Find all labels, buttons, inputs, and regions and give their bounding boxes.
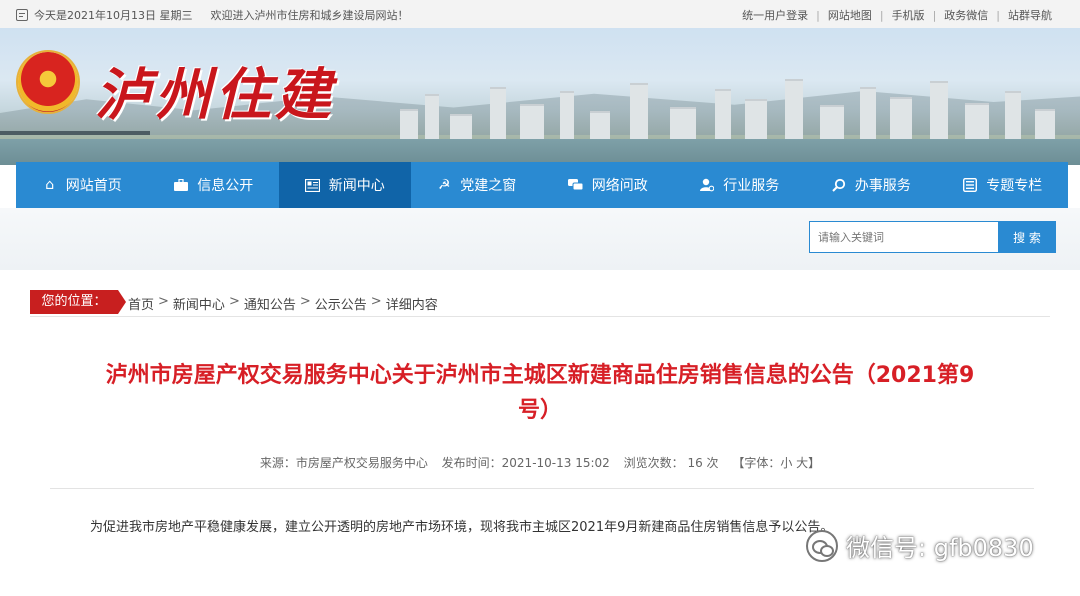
nav-item-label: 新闻中心 xyxy=(328,178,385,194)
breadcrumb-separator: > xyxy=(370,294,382,309)
top-links: 统一用户登录 | 网站地图 | 手机版 | 政务微信 | 站群导航 xyxy=(734,7,1060,23)
nav-item-label: 网站首页 xyxy=(65,178,122,194)
article-publish-time: 发布时间：2021-10-13 15:02 xyxy=(441,456,610,470)
search-input[interactable] xyxy=(809,221,999,253)
article-meta: 来源：市房屋产权交易服务中心 发布时间：2021-10-13 15:02 浏览次… xyxy=(0,454,1080,471)
article-source: 来源：市房屋产权交易服务中心 xyxy=(259,456,428,470)
watermark-text: 微信号: gfb0830 xyxy=(846,534,1034,562)
service-icon xyxy=(699,177,715,193)
nav-item-industry-service[interactable]: 行业服务 xyxy=(674,162,806,208)
breadcrumb-separator: > xyxy=(299,294,311,309)
banner-bridge xyxy=(0,131,150,135)
nav-item-party-building[interactable]: ☭ 党建之窗 xyxy=(411,162,543,208)
date-area: 今天是2021年10月13日 星期三 欢迎进入泸州市住房和城乡建设局网站！ xyxy=(16,7,408,23)
calendar-icon xyxy=(16,9,28,21)
site-logo-text[interactable]: 泸州住建 xyxy=(95,50,335,131)
nav-item-label: 网络问政 xyxy=(591,178,648,194)
site-group-nav-link[interactable]: 站群导航 xyxy=(1000,7,1060,23)
nav-item-info-disclosure[interactable]: 信息公开 xyxy=(148,162,280,208)
gov-wechat-link[interactable]: 政务微信 xyxy=(936,7,996,23)
search-button[interactable]: 搜 索 xyxy=(998,221,1056,253)
breadcrumb-home[interactable]: 首页 xyxy=(128,294,154,313)
nav-item-label: 专题专栏 xyxy=(986,178,1043,194)
nav-item-home[interactable]: ⌂ 网站首页 xyxy=(16,162,148,208)
top-bar: 今天是2021年10月13日 星期三 欢迎进入泸州市住房和城乡建设局网站！ 统一… xyxy=(0,0,1080,29)
home-icon: ⌂ xyxy=(45,177,55,193)
briefcase-icon xyxy=(173,177,189,193)
breadcrumb-notices[interactable]: 通知公告 xyxy=(244,294,296,313)
font-size-toggle[interactable]: 【字体：小 大】 xyxy=(732,456,820,470)
breadcrumb: 您的位置： 首页 > 新闻中心 > 通知公告 > 公示公告 > 详细内容 xyxy=(30,288,1050,317)
search-icon xyxy=(831,177,847,193)
location-badge: 您的位置： xyxy=(30,290,126,314)
nav-item-label: 办事服务 xyxy=(854,178,911,194)
article-title-line: 号） xyxy=(517,398,562,423)
hammer-sickle-icon: ☭ xyxy=(437,177,451,193)
breadcrumb-public-announcements[interactable]: 公示公告 xyxy=(315,294,367,313)
wechat-icon xyxy=(806,529,838,562)
divider xyxy=(50,488,1034,489)
breadcrumb-trail: 首页 > 新闻中心 > 通知公告 > 公示公告 > 详细内容 xyxy=(128,294,438,313)
wechat-watermark: 微信号: gfb0830 xyxy=(806,528,1034,563)
main-nav: ⌂ 网站首页 信息公开 新闻中心 ☭ 党建之窗 网络问政 行业服务 办事服务 专… xyxy=(16,162,1068,208)
article-view-count: 浏览次数： 16 次 xyxy=(623,456,719,470)
mobile-version-link[interactable]: 手机版 xyxy=(884,7,933,23)
nav-item-label: 党建之窗 xyxy=(460,178,517,194)
welcome-text: 欢迎进入泸州市住房和城乡建设局网站！ xyxy=(210,9,409,22)
date-text: 今天是2021年10月13日 星期三 xyxy=(34,9,193,22)
nav-item-label: 行业服务 xyxy=(723,178,780,194)
breadcrumb-separator: > xyxy=(158,294,169,309)
site-map-link[interactable]: 网站地图 xyxy=(820,7,880,23)
chat-icon xyxy=(568,177,584,193)
nav-item-online-inquiry[interactable]: 网络问政 xyxy=(542,162,674,208)
grid-icon xyxy=(962,177,978,193)
breadcrumb-separator: > xyxy=(228,294,240,309)
nav-item-affairs-service[interactable]: 办事服务 xyxy=(805,162,937,208)
article-title: 泸州市房屋产权交易服务中心关于泸州市主城区新建商品住房销售信息的公告（2021第… xyxy=(60,358,1020,428)
nav-item-special-topics[interactable]: 专题专栏 xyxy=(937,162,1069,208)
newspaper-icon xyxy=(305,177,321,193)
article-title-line: 泸州市房屋产权交易服务中心关于泸州市主城区新建商品住房销售信息的公告（2021第… xyxy=(105,363,975,388)
breadcrumb-current: 详细内容 xyxy=(385,298,438,313)
user-login-link[interactable]: 统一用户登录 xyxy=(734,7,816,23)
header-banner: 泸州住建 xyxy=(0,28,1080,165)
nav-item-news-center[interactable]: 新闻中心 xyxy=(279,162,411,208)
national-emblem-logo xyxy=(18,52,78,112)
breadcrumb-news-center[interactable]: 新闻中心 xyxy=(173,294,225,313)
article-body: 为促进我市房地产平稳健康发展，建立公开透明的房地产市场环境，现将我市主城区202… xyxy=(90,520,834,535)
nav-item-label: 信息公开 xyxy=(197,178,254,194)
